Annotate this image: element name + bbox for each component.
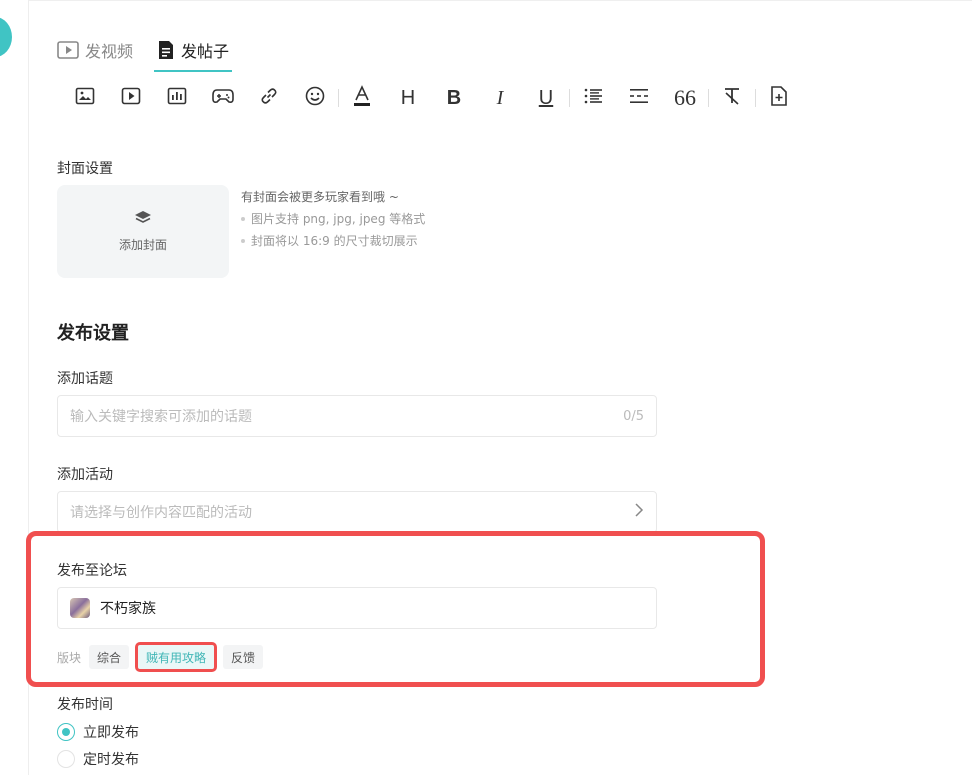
cover-label: 封面设置 — [57, 161, 113, 177]
activity-placeholder: 请选择与创作内容匹配的活动 — [70, 505, 252, 521]
quote-icon: 66 — [674, 85, 696, 110]
activity-select[interactable]: 请选择与创作内容匹配的活动 — [57, 491, 657, 533]
list-icon — [583, 87, 603, 109]
add-cover-button[interactable]: 添加封面 — [57, 185, 229, 278]
board-selector: 版块 综合 贼有用攻略 反馈 — [57, 642, 264, 672]
quote-button[interactable]: 66 — [662, 84, 708, 112]
chevron-right-icon — [634, 503, 644, 521]
topic-placeholder: 输入关键字搜索可添加的话题 — [70, 409, 252, 425]
left-rail — [0, 0, 29, 775]
top-divider — [29, 0, 972, 1]
cover-tip-item: 图片支持 png, jpg, jpeg 等格式 — [241, 208, 425, 230]
video-icon — [121, 87, 141, 109]
tab-post[interactable]: 发帖子 — [154, 28, 233, 72]
publish-scheduled-label: 定时发布 — [83, 752, 139, 768]
avatar[interactable] — [0, 17, 12, 57]
editor-toolbar: H B I U 66 — [62, 84, 802, 112]
board-label: 版块 — [57, 650, 82, 665]
gamepad-icon — [212, 88, 234, 108]
smile-icon — [305, 86, 325, 110]
cover-tips: 有封面会被更多玩家看到哦 ~ 图片支持 png, jpg, jpeg 等格式 封… — [241, 186, 425, 252]
italic-icon: I — [496, 87, 504, 109]
topic-count: 0/5 — [623, 408, 644, 424]
radio-publish-scheduled[interactable]: 定时发布 — [57, 749, 139, 769]
forum-label: 发布至论坛 — [57, 563, 127, 579]
image-icon — [75, 87, 95, 109]
horizontal-rule-icon — [629, 88, 649, 108]
tab-video[interactable]: 发视频 — [57, 28, 133, 72]
bold-button[interactable]: B — [431, 84, 477, 112]
insert-link-button[interactable] — [246, 84, 292, 112]
board-chip-guides[interactable]: 贼有用攻略 — [135, 642, 218, 672]
clear-format-icon — [722, 86, 742, 110]
post-type-tabs: 发视频 发帖子 — [57, 28, 233, 72]
board-chip-feedback[interactable]: 反馈 — [223, 645, 264, 669]
insert-image-button[interactable] — [62, 84, 108, 112]
heading-button[interactable]: H — [385, 84, 431, 112]
bullet-icon — [241, 239, 245, 243]
text-color-button[interactable] — [339, 84, 385, 112]
radio-checked-icon — [57, 723, 75, 741]
forum-select[interactable]: 不朽家族 — [57, 587, 657, 629]
insert-chart-button[interactable] — [154, 84, 200, 112]
tab-video-label: 发视频 — [85, 42, 134, 61]
file-add-icon — [770, 86, 788, 110]
heading-icon: H — [400, 87, 416, 109]
text-color-icon — [352, 85, 372, 111]
link-icon — [259, 86, 279, 110]
forum-value: 不朽家族 — [100, 601, 156, 617]
insert-game-button[interactable] — [200, 84, 246, 112]
chart-icon — [167, 87, 187, 109]
italic-button[interactable]: I — [477, 84, 523, 112]
underline-button[interactable]: U — [523, 84, 569, 112]
topic-label: 添加话题 — [57, 371, 113, 387]
cover-tip-item: 封面将以 16:9 的尺寸裁切展示 — [241, 230, 425, 252]
publish-time-label: 发布时间 — [57, 697, 113, 713]
add-cover-label: 添加封面 — [118, 238, 167, 252]
underline-icon: U — [538, 87, 554, 109]
cover-tip-main: 有封面会被更多玩家看到哦 ~ — [241, 190, 399, 204]
insert-attachment-button[interactable] — [756, 84, 802, 112]
radio-publish-now[interactable]: 立即发布 — [57, 722, 139, 742]
list-button[interactable] — [570, 84, 616, 112]
forum-avatar-icon — [70, 598, 90, 618]
document-icon — [157, 40, 175, 60]
topic-search-input[interactable]: 输入关键字搜索可添加的话题 0/5 — [57, 395, 657, 437]
clear-format-button[interactable] — [709, 84, 755, 112]
insert-video-button[interactable] — [108, 84, 154, 112]
tab-post-label: 发帖子 — [181, 42, 230, 61]
publish-now-label: 立即发布 — [83, 725, 139, 741]
bold-icon: B — [446, 87, 462, 109]
play-square-icon — [57, 41, 79, 59]
activity-label: 添加活动 — [57, 467, 113, 483]
board-chip-general[interactable]: 综合 — [89, 645, 130, 669]
bullet-icon — [241, 217, 245, 221]
divider-button[interactable] — [616, 84, 662, 112]
radio-unchecked-icon — [57, 750, 75, 768]
insert-emoji-button[interactable] — [292, 84, 338, 112]
cover-tip-2: 封面将以 16:9 的尺寸裁切展示 — [251, 234, 418, 248]
publish-settings-title: 发布设置 — [57, 323, 129, 344]
layers-icon — [134, 210, 152, 230]
cover-tip-1: 图片支持 png, jpg, jpeg 等格式 — [251, 212, 426, 226]
